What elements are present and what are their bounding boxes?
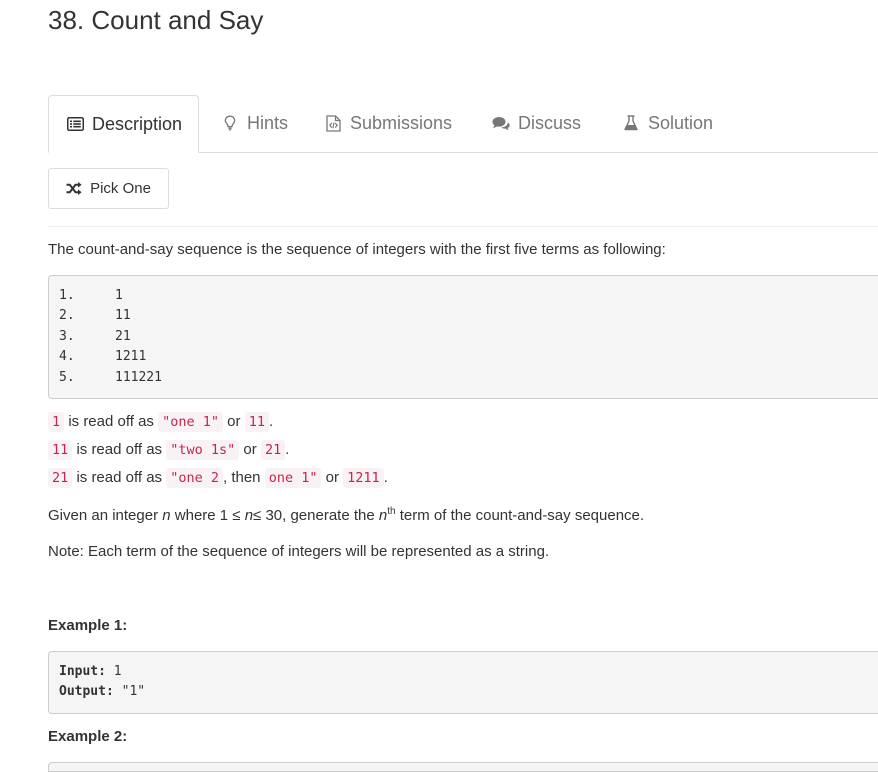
sequence-block: 1. 1 2. 11 3. 21 4. 1211 5. 111221 (48, 275, 878, 399)
output-label: Output: (59, 684, 114, 699)
sequence-value: 21 (115, 328, 131, 344)
period: . (383, 469, 388, 486)
sequence-number: 1. (59, 287, 75, 303)
or-text: or (227, 413, 241, 430)
read-text: is read off as (76, 469, 163, 486)
given-middle: where 1 ≤ (174, 507, 241, 524)
input-value: 1 (113, 663, 122, 679)
lightbulb-icon (221, 114, 239, 132)
then-text: , then (223, 469, 261, 486)
tab-label: Description (92, 113, 183, 134)
sequence-value: 11 (115, 308, 131, 323)
read-text: is read off as (76, 441, 163, 458)
sequence-row: 4. 1211 (59, 347, 868, 368)
sequence-number: 3. (59, 328, 75, 344)
read-line-1: 1 is read off as "one 1" or 11. (48, 412, 274, 432)
period: . (285, 441, 290, 458)
inline-code: 11 (48, 440, 73, 460)
description-icon (66, 115, 84, 133)
tab-label: Hints (247, 112, 289, 133)
example-2-block (48, 762, 878, 772)
note-text: Note: Each term of the sequence of integ… (48, 543, 550, 560)
inline-code: 11 (244, 412, 269, 432)
example-2-heading: Example 2: (48, 728, 128, 745)
inline-code: "two 1s" (166, 440, 240, 460)
inline-code: 21 (48, 468, 73, 488)
inline-code: 21 (260, 440, 286, 460)
sequence-row: 1. 1 (59, 286, 868, 307)
input-label: Input: (59, 663, 106, 679)
or-text: or (325, 469, 339, 486)
sequence-number: 5. (59, 369, 75, 385)
given-suffix: term of the count-and-say sequence. (399, 507, 645, 524)
inline-code: one 1" (264, 468, 322, 488)
tab-discuss[interactable]: Discuss (492, 95, 581, 151)
sequence-number: 4. (59, 349, 75, 364)
divider (48, 226, 878, 227)
example-1-block: Input: 1 Output: "1" (48, 651, 878, 714)
read-line-2: 11 is read off as "two 1s" or 21. (48, 440, 290, 460)
var-n: n (378, 507, 388, 524)
tab-label: Solution (648, 112, 714, 133)
flask-icon (622, 114, 640, 132)
tab-label: Discuss (518, 112, 582, 133)
output-value: "1" (121, 684, 146, 699)
read-line-3: 21 is read off as "one 2, then one 1" or… (48, 468, 388, 488)
sequence-row: 2. 11 (59, 306, 868, 327)
code-file-icon (324, 114, 342, 132)
given-prefix: Given an integer (48, 507, 159, 524)
page-title: 38. Count and Say (48, 5, 264, 35)
inline-code: 1211 (343, 468, 384, 488)
tab-label: Submissions (350, 112, 453, 133)
tab-description[interactable]: Description (48, 95, 199, 153)
sequence-number: 2. (59, 308, 75, 323)
given-text: Given an integer n where 1 ≤ n≤ 30, gene… (48, 506, 644, 524)
var-n: n (244, 507, 254, 524)
tab-solution[interactable]: Solution (622, 95, 713, 151)
comments-icon (492, 114, 510, 132)
given-after: ≤ 30, generate the (253, 507, 375, 524)
tab-submissions[interactable]: Submissions (324, 95, 452, 151)
sequence-value: 1211 (115, 349, 147, 364)
pick-one-button[interactable]: Pick One (48, 168, 169, 209)
or-text: or (243, 441, 257, 458)
var-n: n (162, 507, 171, 524)
sequence-row: 5. 111221 (59, 368, 868, 389)
sequence-value: 1 (115, 287, 123, 303)
inline-code: "one 2 (166, 468, 223, 488)
inline-code: "one 1" (158, 412, 223, 432)
sequence-value: 111221 (115, 369, 162, 385)
sequence-row: 3. 21 (59, 327, 868, 348)
superscript-th: th (387, 506, 396, 517)
shuffle-icon (66, 182, 82, 195)
tab-bar: Description Hints Submissions Discuss So… (48, 95, 878, 153)
pick-one-label: Pick One (90, 180, 151, 197)
period: . (268, 413, 274, 430)
tab-hints[interactable]: Hints (221, 95, 288, 151)
example-1-heading: Example 1: (48, 617, 128, 634)
read-text: is read off as (68, 413, 154, 430)
intro-text: The count-and-say sequence is the sequen… (48, 241, 666, 258)
inline-code: 1 (48, 412, 65, 432)
